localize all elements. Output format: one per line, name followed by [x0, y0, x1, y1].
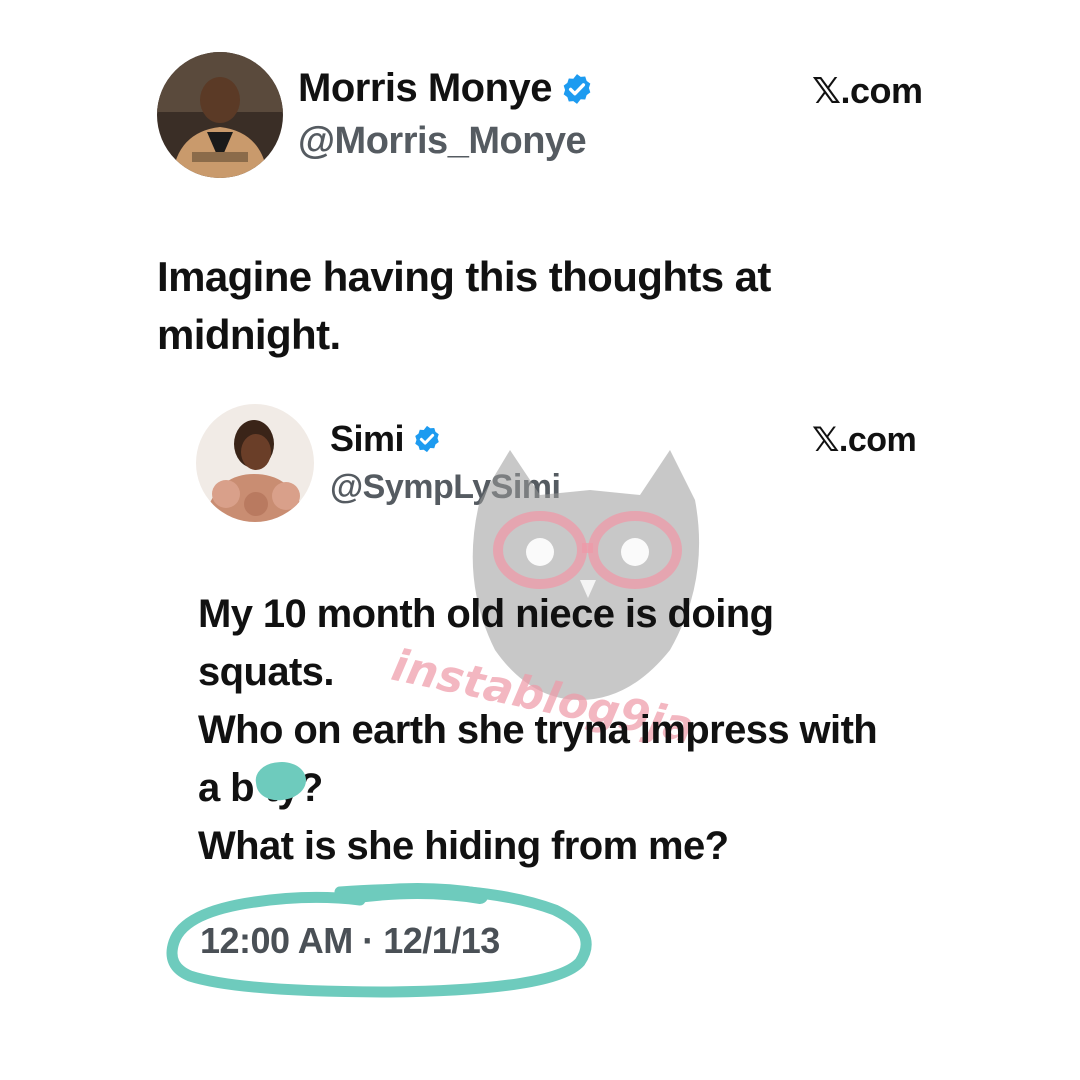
quoted-tweet-text: My 10 month old niece is doing squats. W…: [198, 585, 878, 875]
quoted-text-line: My 10 month old niece is doing: [198, 592, 774, 636]
quoted-handle[interactable]: @SympLySimi: [330, 468, 561, 507]
outer-text-line: midnight.: [157, 311, 341, 358]
outer-tweet-text: Imagine having this thoughts at midnight…: [157, 248, 771, 364]
outer-display-name[interactable]: Morris Monye: [298, 66, 553, 111]
outer-text-line: Imagine having this thoughts at: [157, 253, 771, 300]
quoted-text-line: What is she hiding from me?: [198, 824, 729, 868]
quoted-text-line: Who on earth she tryna impress with: [198, 708, 878, 752]
avatar-morris-monye[interactable]: [157, 52, 283, 178]
quoted-source-label: 𝕏.com: [812, 421, 917, 459]
quoted-text-line: squats.: [198, 650, 334, 694]
outer-handle[interactable]: @Morris_Monye: [298, 120, 587, 163]
quoted-name-row: Simi: [330, 418, 442, 460]
outer-source-label: 𝕏.com: [812, 70, 923, 111]
verified-badge-icon: [560, 72, 594, 106]
quoted-display-name[interactable]: Simi: [330, 418, 405, 460]
outer-name-row: Morris Monye: [298, 66, 594, 111]
highlight-circle-annotation: [160, 880, 600, 1000]
avatar-simi[interactable]: [196, 404, 314, 522]
verified-badge-icon: [412, 424, 442, 454]
